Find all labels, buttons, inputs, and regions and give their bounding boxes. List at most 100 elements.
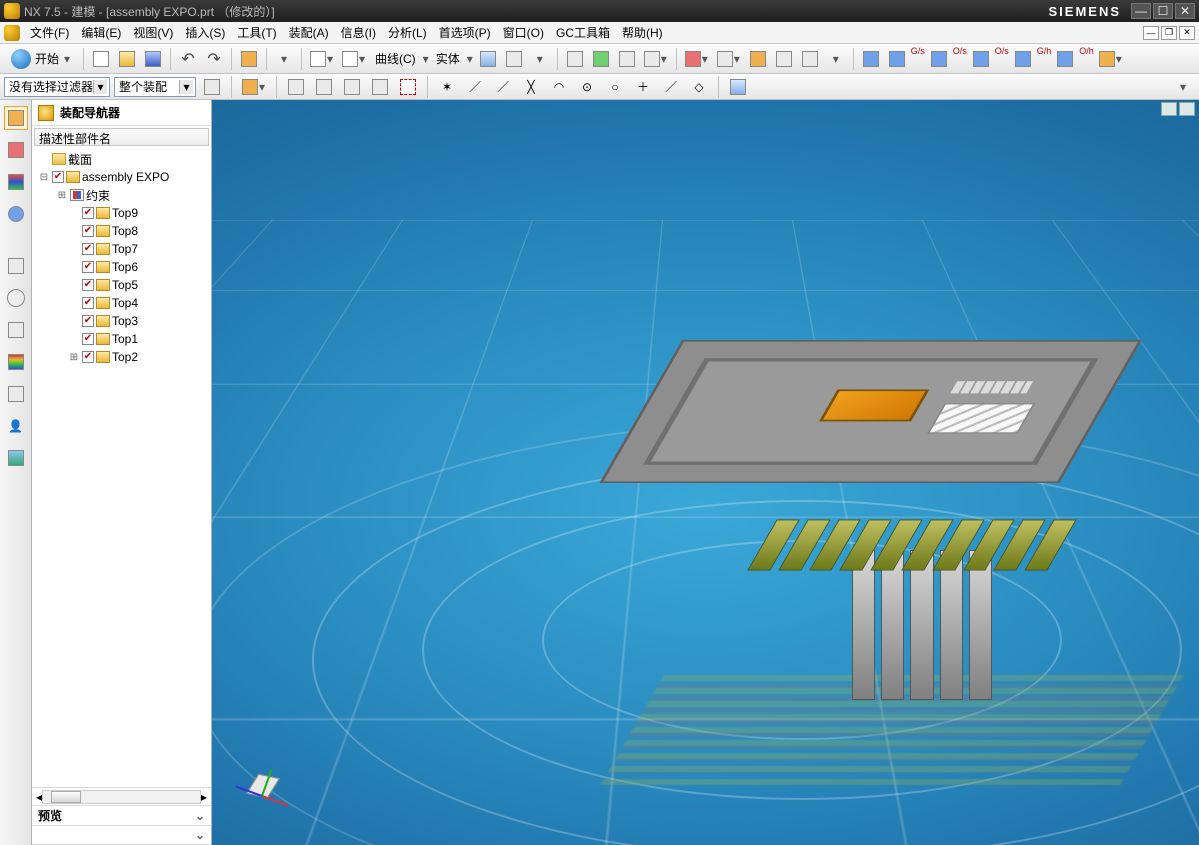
menu-window[interactable]: 窗口(O) <box>497 22 550 43</box>
expand-icon[interactable]: ⊞ <box>56 190 68 201</box>
synch-button-3[interactable] <box>927 47 951 71</box>
scroll-thumb[interactable] <box>51 791 81 803</box>
solid-label[interactable]: 实体 <box>432 50 464 67</box>
constraint-button-3[interactable] <box>746 47 770 71</box>
menu-insert[interactable]: 插入(S) <box>179 22 231 43</box>
tree-item[interactable]: ✔Top6 <box>38 258 211 276</box>
toolbar-overflow-1[interactable]: ▾ <box>272 47 296 71</box>
snap-pt-4[interactable]: ╳ <box>519 75 543 99</box>
menu-analysis[interactable]: 分析(L) <box>382 22 433 43</box>
navigator-preview-section[interactable]: 预览 ⌄ <box>32 805 211 825</box>
checkbox-checked-icon[interactable]: ✔ <box>82 243 94 255</box>
tree-section-node[interactable]: 截面 <box>38 150 211 168</box>
constraint-button-4[interactable] <box>772 47 796 71</box>
snap-pt-1[interactable]: ✶ <box>435 75 459 99</box>
synch-button-5[interactable] <box>1011 47 1035 71</box>
menu-pref[interactable]: 首选项(P) <box>433 22 497 43</box>
assembly-button-4[interactable]: ▾ <box>641 47 671 71</box>
checkbox-checked-icon[interactable]: ✔ <box>82 297 94 309</box>
synch-button-7[interactable]: ▾ <box>1096 47 1126 71</box>
synch-button-2[interactable] <box>885 47 909 71</box>
snap-pt-10[interactable]: ◇ <box>687 75 711 99</box>
selection-filter-combo[interactable]: 没有选择过滤器 ▾ <box>4 77 110 97</box>
tree-constraints[interactable]: ⊞ 约束 <box>38 186 211 204</box>
mdi-minimize[interactable]: — <box>1143 26 1159 40</box>
feature-button-2[interactable] <box>502 47 526 71</box>
navigator-column-header[interactable]: 描述性部件名 <box>34 128 209 146</box>
selection-scope-combo[interactable]: 整个装配 ▾ <box>114 77 196 97</box>
snap-pt-6[interactable]: ⊙ <box>575 75 599 99</box>
resbar-palette[interactable] <box>4 350 28 374</box>
resbar-part-nav[interactable] <box>4 138 28 162</box>
assembly-button-1[interactable] <box>563 47 587 71</box>
sel-btn-1[interactable] <box>200 75 224 99</box>
tree-root[interactable]: ⊟ ✔ assembly EXPO <box>38 168 211 186</box>
sel-btn-3[interactable] <box>284 75 308 99</box>
curve-label[interactable]: 曲线(C) <box>371 50 420 67</box>
view-triad[interactable] <box>232 765 292 825</box>
maximize-button[interactable]: ☐ <box>1153 3 1173 19</box>
navigator-tree[interactable]: 截面 ⊟ ✔ assembly EXPO ⊞ 约束 ✔Top9✔Top8✔Top… <box>32 148 211 787</box>
snap-cube[interactable] <box>726 75 750 99</box>
sel-btn-5[interactable] <box>340 75 364 99</box>
menu-help[interactable]: 帮助(H) <box>616 22 669 43</box>
graphics-viewport[interactable] <box>212 100 1199 845</box>
resbar-roles[interactable] <box>4 382 28 406</box>
viewport-btn-1[interactable] <box>1161 102 1177 116</box>
checkbox-checked-icon[interactable]: ✔ <box>82 207 94 219</box>
menu-tools[interactable]: 工具(T) <box>231 22 282 43</box>
checkbox-checked-icon[interactable]: ✔ <box>82 279 94 291</box>
menu-gctool[interactable]: GC工具箱 <box>550 22 616 43</box>
menu-info[interactable]: 信息(I) <box>335 22 382 43</box>
model-3d[interactable] <box>682 340 1142 600</box>
resbar-image[interactable] <box>4 446 28 470</box>
toolbar-overflow-3[interactable]: ▾ <box>824 47 848 71</box>
snap-pt-9[interactable]: ／ <box>659 75 683 99</box>
tree-item[interactable]: ✔Top9 <box>38 204 211 222</box>
datum-plane-button[interactable]: ▾ <box>339 47 369 71</box>
navigator-h-scrollbar[interactable]: ◂ ▸ <box>32 787 211 805</box>
snap-pt-2[interactable]: ／ <box>463 75 487 99</box>
tree-item[interactable]: ✔Top3 <box>38 312 211 330</box>
resbar-user[interactable]: 👤 <box>4 414 28 438</box>
sel-btn-4[interactable] <box>312 75 336 99</box>
checkbox-checked-icon[interactable]: ✔ <box>82 225 94 237</box>
tree-item[interactable]: ✔Top5 <box>38 276 211 294</box>
curve-drop[interactable]: ▾ <box>422 52 430 66</box>
checkbox-checked-icon[interactable]: ✔ <box>82 261 94 273</box>
resbar-system[interactable] <box>4 318 28 342</box>
sketch-button[interactable]: ▾ <box>307 47 337 71</box>
navigator-extra-section[interactable]: ⌄ <box>32 825 211 845</box>
command-finder-button[interactable] <box>237 47 261 71</box>
snap-pt-7[interactable]: ○ <box>603 75 627 99</box>
toolbar-overflow-sel[interactable]: ▾ <box>1171 75 1195 99</box>
toolbar-overflow-2[interactable]: ▾ <box>528 47 552 71</box>
assembly-button-2[interactable] <box>589 47 613 71</box>
tree-item[interactable]: ✔Top8 <box>38 222 211 240</box>
solid-drop[interactable]: ▾ <box>466 52 474 66</box>
snap-pt-8[interactable]: ＋ <box>631 75 655 99</box>
sel-btn-6[interactable] <box>368 75 392 99</box>
snap-pt-5[interactable]: ◠ <box>547 75 571 99</box>
synch-button-1[interactable] <box>859 47 883 71</box>
viewport-btn-2[interactable] <box>1179 102 1195 116</box>
mdi-restore[interactable]: ❐ <box>1161 26 1177 40</box>
assembly-button-3[interactable] <box>615 47 639 71</box>
tree-item[interactable]: ✔Top7 <box>38 240 211 258</box>
undo-button[interactable]: ↶ <box>176 47 200 71</box>
tree-item[interactable]: ⊞✔Top2 <box>38 348 211 366</box>
snap-pt-3[interactable]: ／ <box>491 75 515 99</box>
save-button[interactable] <box>141 47 165 71</box>
close-button[interactable]: ✕ <box>1175 3 1195 19</box>
menu-edit[interactable]: 编辑(E) <box>75 22 127 43</box>
checkbox-checked-icon[interactable]: ✔ <box>82 351 94 363</box>
checkbox-checked-icon[interactable]: ✔ <box>82 333 94 345</box>
constraint-button-5[interactable] <box>798 47 822 71</box>
redo-button[interactable]: ↷ <box>202 47 226 71</box>
resbar-web[interactable] <box>4 202 28 226</box>
menu-assembly[interactable]: 装配(A) <box>283 22 335 43</box>
synch-button-4[interactable] <box>969 47 993 71</box>
sel-btn-2[interactable]: ▾ <box>239 75 269 99</box>
checkbox-checked-icon[interactable]: ✔ <box>82 315 94 327</box>
resbar-history[interactable] <box>4 254 28 278</box>
